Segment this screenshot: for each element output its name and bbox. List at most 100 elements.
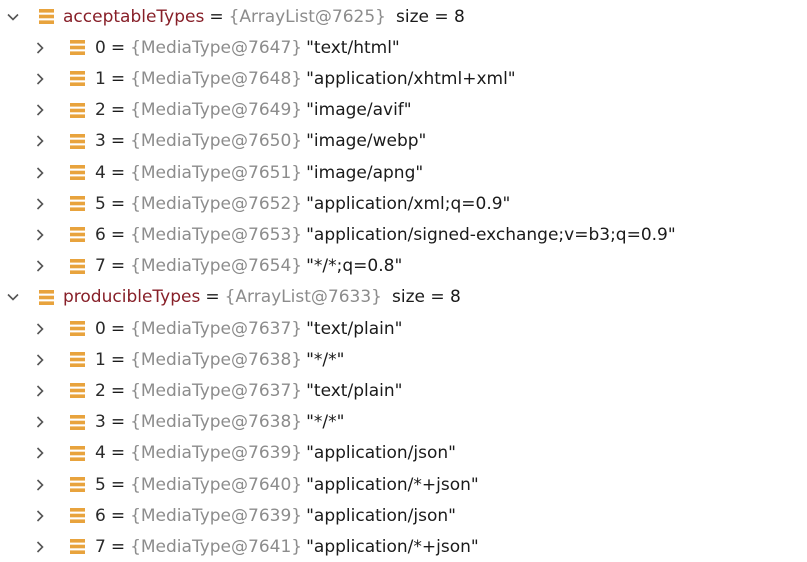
chevron-right-icon[interactable] [33, 446, 47, 460]
tree-node-item[interactable]: 0 = {MediaType@7647} "text/html" [0, 32, 807, 63]
tree-node-item[interactable]: 3 = {MediaType@7638} "*/*" [0, 407, 807, 438]
object-reference: {MediaType@7639} [130, 443, 303, 464]
chevron-down-icon[interactable] [6, 10, 20, 24]
equals-sign: = [110, 380, 126, 401]
item-index: 2 [95, 100, 106, 121]
chevron-right-icon[interactable] [33, 72, 47, 86]
item-value: "image/webp" [306, 131, 427, 152]
equals-sign: = [110, 68, 126, 89]
chevron-right-icon[interactable] [33, 197, 47, 211]
field-icon [38, 8, 55, 25]
object-reference: {ArrayList@7633} [224, 287, 382, 308]
field-icon [69, 507, 86, 524]
tree-node-item[interactable]: 6 = {MediaType@7639} "application/json" [0, 500, 807, 531]
field-icon [69, 476, 86, 493]
chevron-right-icon[interactable] [33, 478, 47, 492]
object-reference: {MediaType@7639} [130, 505, 303, 526]
tree-node-item[interactable]: 2 = {MediaType@7649} "image/avif" [0, 95, 807, 126]
item-value: "application/signed-exchange;v=b3;q=0.9" [306, 224, 676, 245]
item-value: "application/*+json" [306, 536, 479, 557]
item-index: 4 [95, 162, 106, 183]
equals-sign: = [110, 162, 126, 183]
item-index: 6 [95, 505, 106, 526]
item-value: "text/plain" [306, 318, 403, 339]
field-icon [69, 70, 86, 87]
tree-node-item[interactable]: 7 = {MediaType@7654} "*/*;q=0.8" [0, 251, 807, 282]
tree-node-item[interactable]: 4 = {MediaType@7639} "application/json" [0, 438, 807, 469]
field-icon [69, 445, 86, 462]
item-index: 7 [95, 256, 106, 277]
item-index: 1 [95, 68, 106, 89]
chevron-right-icon[interactable] [33, 228, 47, 242]
chevron-right-icon[interactable] [33, 103, 47, 117]
item-index: 3 [95, 131, 106, 152]
equals-sign: = [110, 256, 126, 277]
tree-node-item[interactable]: 1 = {MediaType@7648} "application/xhtml+xml… [0, 63, 807, 94]
chevron-right-icon[interactable] [33, 540, 47, 554]
field-icon [69, 414, 86, 431]
item-index: 5 [95, 193, 106, 214]
chevron-right-icon[interactable] [33, 41, 47, 55]
tree-node-item[interactable]: 4 = {MediaType@7651} "image/apng" [0, 157, 807, 188]
item-index: 6 [95, 224, 106, 245]
object-reference: {MediaType@7641} [130, 536, 303, 557]
chevron-right-icon[interactable] [33, 134, 47, 148]
item-value: "application/*+json" [306, 474, 479, 495]
item-index: 7 [95, 536, 106, 557]
object-reference: {MediaType@7640} [130, 474, 303, 495]
item-index: 0 [95, 318, 106, 339]
field-icon [69, 102, 86, 119]
object-reference: {MediaType@7647} [130, 37, 303, 58]
tree-node-item[interactable]: 5 = {MediaType@7640} "application/*+json" [0, 469, 807, 500]
tree-node-item[interactable]: 0 = {MediaType@7637} "text/plain" [0, 313, 807, 344]
size-label: size = 8 [395, 6, 465, 27]
object-reference: {MediaType@7648} [130, 68, 303, 89]
field-icon [69, 258, 86, 275]
item-value: "image/apng" [306, 162, 424, 183]
equals-sign: = [110, 536, 126, 557]
tree-node-item[interactable]: 6 = {MediaType@7653} "application/signed-ex… [0, 219, 807, 250]
item-index: 1 [95, 349, 106, 370]
object-reference: {MediaType@7637} [130, 380, 303, 401]
tree-node-item[interactable]: 5 = {MediaType@7652} "application/xml;q=0.9… [0, 188, 807, 219]
item-value: "*/*" [306, 412, 345, 433]
field-icon [69, 320, 86, 337]
tree-node-item[interactable]: 7 = {MediaType@7641} "application/*+json" [0, 531, 807, 562]
item-value: "text/html" [306, 37, 400, 58]
chevron-right-icon[interactable] [33, 384, 47, 398]
field-icon [69, 382, 86, 399]
chevron-right-icon[interactable] [33, 259, 47, 273]
debugger-variables-tree: acceptableTypes = {ArrayList@7625} size = 8… [0, 0, 807, 560]
chevron-right-icon[interactable] [33, 166, 47, 180]
field-icon [69, 164, 86, 181]
equals-sign: = [110, 224, 126, 245]
tree-node-item[interactable]: 1 = {MediaType@7638} "*/*" [0, 344, 807, 375]
chevron-right-icon[interactable] [33, 509, 47, 523]
chevron-right-icon[interactable] [33, 353, 47, 367]
item-value: "*/*" [306, 349, 345, 370]
item-value: "application/xhtml+xml" [306, 68, 516, 89]
tree-node-1[interactable]: producibleTypes = {ArrayList@7633} size = 8 [0, 282, 807, 313]
item-index: 3 [95, 412, 106, 433]
equals-sign: = [110, 474, 126, 495]
tree-node-0[interactable]: acceptableTypes = {ArrayList@7625} size = 8 [0, 1, 807, 32]
chevron-down-icon[interactable] [6, 290, 20, 304]
size-label: size = 8 [391, 287, 461, 308]
object-reference: {MediaType@7653} [130, 224, 303, 245]
object-reference: {MediaType@7650} [130, 131, 303, 152]
item-index: 0 [95, 37, 106, 58]
field-icon [69, 195, 86, 212]
field-icon [69, 226, 86, 243]
chevron-right-icon[interactable] [33, 322, 47, 336]
object-reference: {MediaType@7649} [130, 100, 303, 121]
tree-node-item[interactable]: 2 = {MediaType@7637} "text/plain" [0, 375, 807, 406]
equals-sign: = [110, 505, 126, 526]
object-reference: {MediaType@7637} [130, 318, 303, 339]
tree-node-item[interactable]: 3 = {MediaType@7650} "image/webp" [0, 126, 807, 157]
field-icon [69, 39, 86, 56]
object-reference: {MediaType@7638} [130, 349, 303, 370]
item-index: 2 [95, 380, 106, 401]
chevron-right-icon[interactable] [33, 415, 47, 429]
variable-name: acceptableTypes [63, 6, 205, 27]
item-index: 5 [95, 474, 106, 495]
